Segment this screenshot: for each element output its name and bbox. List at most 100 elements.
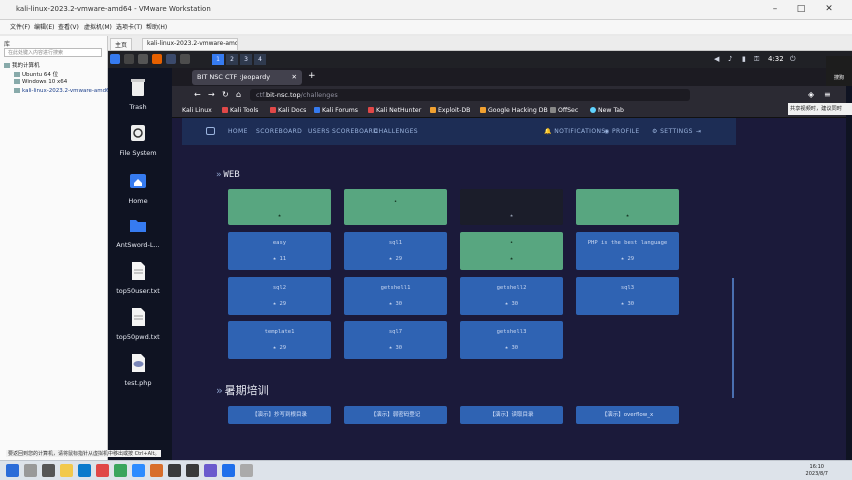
app-icon[interactable] — [240, 464, 253, 477]
challenge-card[interactable]: sql7 ★ 30 — [344, 321, 447, 359]
nav-settings[interactable]: ⚙ SETTINGS — [652, 128, 693, 135]
start-icon[interactable] — [6, 464, 19, 477]
files-icon[interactable] — [180, 54, 190, 64]
nav-challenges[interactable]: CHALLENGES — [374, 128, 418, 135]
nav-scoreboard[interactable]: SCOREBOARD — [256, 128, 302, 135]
meeting-icon[interactable] — [132, 464, 145, 477]
library-search-input[interactable]: 在此处键入内容进行搜索 — [4, 48, 102, 57]
battery-icon[interactable]: ▮ — [742, 55, 746, 63]
browser-tab[interactable]: BIT NSC CTF :Jeopardy ✕ — [192, 70, 302, 85]
editor-icon[interactable] — [166, 54, 176, 64]
new-tab-icon[interactable]: + — [308, 71, 316, 81]
menu-edit[interactable]: 编辑(E) — [34, 22, 54, 31]
bookmark-kali-linux[interactable]: Kali Linux — [182, 107, 212, 114]
training-card[interactable]: 【演示】overflow_x — [576, 406, 679, 424]
bell-icon[interactable]: ♪ — [728, 55, 732, 63]
menu-file[interactable]: 文件(F) — [10, 22, 30, 31]
edge-icon[interactable] — [78, 464, 91, 477]
training-card[interactable]: 【演示】读取目录 — [460, 406, 563, 424]
desktop-top50user[interactable]: top50user.txt — [108, 261, 168, 295]
maximize-button[interactable]: □ — [794, 3, 808, 15]
menu-icon[interactable]: ≡ — [824, 90, 831, 99]
menu-help[interactable]: 帮助(H) — [146, 22, 167, 31]
nav-users[interactable]: USERS — [308, 128, 330, 135]
firefox-icon[interactable] — [152, 54, 162, 64]
workspace-3[interactable]: 3 — [240, 54, 252, 65]
ctfd-logo-icon[interactable] — [206, 127, 215, 135]
nav-notifications[interactable]: 🔔 NOTIFICATIONS — [544, 128, 606, 135]
challenge-card[interactable]: getshell3 ★ 30 — [460, 321, 563, 359]
desktop-home[interactable]: Home — [108, 171, 168, 205]
guest-screen[interactable]: 1 2 3 4 ◀ ♪ ▮ ⚿ 4:32 ⏻ Trash File System… — [108, 51, 852, 460]
lock-icon[interactable]: ⚿ — [754, 55, 759, 64]
bookmark-ghdb[interactable]: Google Hacking DB — [480, 107, 548, 114]
desktop-filesystem[interactable]: File System — [108, 123, 168, 157]
bookmark-kali-nethunter[interactable]: Kali NetHunter — [368, 107, 421, 114]
nav-profile[interactable]: ◉ PROFILE — [604, 128, 640, 135]
challenge-card[interactable]: ★ — [460, 189, 563, 225]
bookmark-exploit-db[interactable]: Exploit-DB — [430, 107, 470, 114]
bookmark-kali-forums[interactable]: Kali Forums — [314, 107, 358, 114]
desktop-top50pwd[interactable]: top50pwd.txt — [108, 307, 168, 341]
scrollbar[interactable] — [732, 278, 734, 398]
app-icon[interactable] — [150, 464, 163, 477]
tab-home[interactable]: 主页 — [110, 38, 133, 50]
menu-tabs[interactable]: 选项卡(T) — [116, 22, 142, 31]
tab-kali[interactable]: kali-linux-2023.2-vmware-amd64 — [142, 38, 238, 50]
home-icon[interactable]: ⌂ — [236, 90, 241, 99]
vmware-icon[interactable] — [186, 464, 199, 477]
task-view-icon[interactable] — [42, 464, 55, 477]
challenge-card[interactable]: PHP is the best language ★ 29 — [576, 232, 679, 270]
challenge-card[interactable]: getshell2 ★ 30 — [460, 277, 563, 315]
back-icon[interactable]: ← — [194, 90, 201, 99]
close-tab-icon[interactable]: ✕ — [292, 73, 297, 81]
training-card[interactable]: 【演示】弱密码登记 — [344, 406, 447, 424]
library-item-kali[interactable]: kali-linux-2023.2-vmware-amd64 — [14, 88, 113, 94]
menu-vm[interactable]: 虚拟机(M) — [84, 22, 112, 31]
challenge-card[interactable]: • — [344, 189, 447, 225]
shield-icon[interactable]: ◈ — [808, 90, 814, 99]
challenge-card[interactable]: template1 ★ 29 — [228, 321, 331, 359]
forward-icon[interactable]: → — [208, 90, 215, 99]
library-item-windows[interactable]: Windows 10 x64 — [14, 79, 67, 85]
workspace-4[interactable]: 4 — [254, 54, 266, 65]
power-icon[interactable]: ⏻ — [790, 55, 796, 64]
menu-view[interactable]: 查看(V) — [58, 22, 79, 31]
close-button[interactable]: ✕ — [822, 3, 836, 15]
challenge-card[interactable]: ★ — [576, 189, 679, 225]
logout-icon[interactable]: ⇥ — [696, 128, 701, 135]
challenge-card[interactable]: sql1 ★ 29 — [344, 232, 447, 270]
bookmark-new-tab[interactable]: New Tab — [590, 107, 624, 114]
desktop-trash[interactable]: Trash — [108, 77, 168, 111]
challenge-card[interactable]: sql2 ★ 29 — [228, 277, 331, 315]
reload-icon[interactable]: ↻ — [222, 90, 229, 99]
nav-scoreboard-2[interactable]: SCOREBOARD — [332, 128, 378, 135]
ime-indicator[interactable]: 搜狗 — [826, 56, 852, 86]
explorer-icon[interactable] — [60, 464, 73, 477]
challenge-card[interactable]: • ★ — [460, 232, 563, 270]
app-icon[interactable] — [168, 464, 181, 477]
challenge-card[interactable]: easy ★ 11 — [228, 232, 331, 270]
app-icon[interactable] — [204, 464, 217, 477]
kali-menu-icon[interactable] — [110, 54, 120, 64]
challenge-card[interactable]: getshell1 ★ 30 — [344, 277, 447, 315]
training-card[interactable]: 【演示】抄写到根目录 — [228, 406, 331, 424]
desktop-antsword[interactable]: AntSword-L... — [108, 215, 168, 249]
workspace-2[interactable]: 2 — [226, 54, 238, 65]
desktop-icon[interactable] — [124, 54, 134, 64]
library-item-ubuntu[interactable]: Ubuntu 64 位 — [14, 70, 58, 78]
library-root[interactable]: 我的计算机 — [4, 61, 40, 69]
wechat-icon[interactable] — [114, 464, 127, 477]
challenge-card[interactable]: sql3 ★ 30 — [576, 277, 679, 315]
challenge-card[interactable]: ★ — [228, 189, 331, 225]
app-icon[interactable] — [96, 464, 109, 477]
workspace-1[interactable]: 1 — [212, 54, 224, 65]
minimize-button[interactable]: – — [768, 3, 782, 15]
desktop-testphp[interactable]: test.php — [108, 353, 168, 387]
bookmark-offsec[interactable]: OffSec — [550, 107, 578, 114]
search-icon[interactable] — [24, 464, 37, 477]
app-icon[interactable] — [222, 464, 235, 477]
bookmark-kali-docs[interactable]: Kali Docs — [270, 107, 306, 114]
terminal-icon[interactable] — [138, 54, 148, 64]
volume-icon[interactable]: ◀ — [714, 55, 719, 63]
